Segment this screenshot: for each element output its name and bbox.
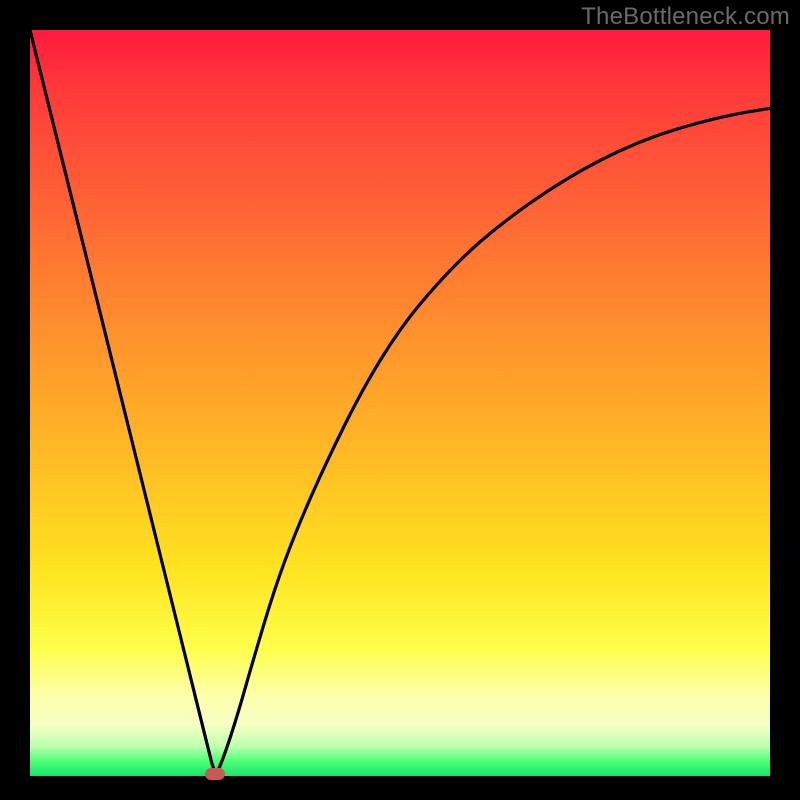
minimum-marker — [205, 768, 225, 780]
bottleneck-curve — [30, 30, 770, 776]
watermark-label: TheBottleneck.com — [581, 3, 790, 31]
plot-area — [30, 30, 770, 776]
chart-frame: TheBottleneck.com — [0, 0, 800, 800]
